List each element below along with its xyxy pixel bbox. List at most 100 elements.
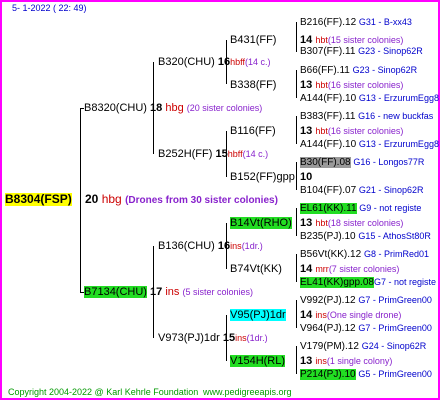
gen3-note: (7 sister colonies) — [328, 264, 400, 274]
gen2-code: B320(CHU) — [158, 56, 215, 68]
gen3-hbg: ins — [315, 356, 327, 366]
gen4-id: G31 - B-xx43 — [358, 17, 412, 27]
gen3-info: 13 ins(1 single colony) — [300, 355, 392, 367]
gen2-code: B136(CHU) — [158, 240, 215, 252]
gen1-queen: B8320(CHU) 18 hbg (20 sister colonies) — [84, 102, 262, 114]
report-date: 5- 1-2022 ( 22: 49) — [12, 3, 87, 13]
gen4-id: G16 - Longos77R — [353, 157, 425, 167]
gen3-num: 10 — [300, 171, 313, 183]
gen3-info: 14 hbt(15 sister colonies) — [300, 34, 403, 46]
gen4-row: EL41(KK)gpp.08G7 - not registe — [300, 277, 436, 289]
gen3-info: 13 hbt(18 sister colonies) — [300, 217, 403, 229]
gen4-id: G7 - not registe — [373, 277, 436, 287]
gen2-note: (14 c.) — [245, 57, 271, 67]
gen4-id: G13 - ErzurumEgg8 — [358, 93, 439, 103]
gen4-code: B307(FF).11 — [300, 46, 356, 57]
gen3-hbg: hbt — [315, 80, 328, 90]
gen2-num: 16 — [217, 56, 231, 68]
gen4-id: G8 - PrimRed01 — [363, 249, 429, 259]
gen4-row: B235(PJ).10 G15 - AthosSt80R — [300, 231, 431, 243]
gen1-note: (20 sister colonies) — [186, 103, 263, 113]
website-link[interactable]: www.pedigreeapis.org — [203, 387, 292, 397]
connector — [296, 300, 297, 328]
gen4-id: G7 - PrimGreen00 — [358, 295, 432, 305]
gen3-num: 13 — [300, 217, 313, 229]
gen3-code: B152(FF)gpp — [230, 171, 295, 183]
gen1-num: 18 — [150, 102, 163, 114]
copyright-text: Copyright 2004-2022 @ Karl Kehrle Founda… — [8, 387, 199, 397]
gen3-num: 14 — [300, 34, 313, 46]
connector — [296, 70, 297, 98]
gen3-note: (15 sister colonies) — [327, 35, 404, 45]
gen4-row: V992(PJ).12 G7 - PrimGreen00 — [300, 295, 432, 307]
gen2-queen: B320(CHU) 16hbff(14 c.) — [158, 56, 271, 68]
gen4-code: V179(PM).12 — [300, 341, 359, 352]
gen3-note: (16 sister colonies) — [327, 126, 404, 136]
gen4-row: A144(FF).10 G13 - ErzurumEgg8 — [300, 139, 439, 151]
gen4-id: G24 - Sinop62R — [361, 341, 427, 351]
gen4-code: B104(FF).07 — [300, 185, 357, 196]
gen4-code: B56Vt(KK).12 — [300, 249, 362, 260]
gen2-num: 16 — [217, 240, 231, 252]
gen2-num: 15 — [222, 332, 236, 344]
gen3-code: B338(FF) — [230, 79, 277, 91]
connector — [296, 162, 297, 190]
gen4-id: G13 - ErzurumEgg8 — [358, 139, 439, 149]
gen4-code: EL61(KK).11 — [300, 203, 357, 214]
gen3-hbg: hbt — [315, 218, 328, 228]
gen2-note: (1dr.) — [241, 241, 263, 251]
gen4-code: B216(FF).12 — [300, 17, 357, 28]
root-inbreeding-num: 20 — [85, 192, 99, 206]
gen4-code: A144(FF).10 — [300, 93, 357, 104]
gen4-code: P214(PJ).10 — [300, 369, 356, 380]
gen3-note: (16 sister colonies) — [327, 80, 404, 90]
gen4-id: G5 - PrimGreen00 — [358, 369, 432, 379]
gen4-row: B56Vt(KK).12 G8 - PrimRed01 — [300, 249, 429, 261]
gen1-note: (5 sister colonies) — [182, 287, 253, 297]
gen3-note: (18 sister colonies) — [327, 218, 404, 228]
connector — [296, 22, 297, 52]
gen4-code: B383(FF).11 — [300, 111, 356, 122]
gen3-hbg: ins — [315, 310, 327, 320]
gen3-code: V154H(RL) — [230, 355, 286, 367]
gen3-hbg: hbt — [315, 35, 328, 45]
gen4-row: B66(FF).11 G23 - Sinop62R — [300, 65, 417, 77]
gen2-note: (14 c.) — [242, 149, 269, 159]
gen2-queen: B136(CHU) 16ins(1dr.) — [158, 240, 263, 252]
gen3-info: 13 hbt(16 sister colonies) — [300, 125, 403, 137]
gen1-queen: B7134(CHU) 17 ins (5 sister colonies) — [84, 286, 253, 298]
gen3-info: 10 — [300, 171, 312, 183]
gen4-row: V179(PM).12 G24 - Sinop62R — [300, 341, 426, 353]
gen4-row: B216(FF).12 G31 - B-xx43 — [300, 17, 412, 29]
gen2-hbg: ins — [235, 333, 247, 343]
gen2-note: (1dr.) — [246, 333, 268, 343]
gen3-hbg: mrr — [315, 264, 329, 274]
gen4-row: B383(FF).11 G16 - new buckfas — [300, 111, 433, 123]
gen2-num: 15 — [215, 148, 228, 160]
connector — [296, 346, 297, 374]
gen2-code: V973(PJ)1dr — [158, 332, 220, 344]
gen3-num: 13 — [300, 125, 313, 137]
gen1-code: B8320(CHU) — [84, 102, 147, 114]
gen3-note: (1 single colony) — [326, 356, 393, 366]
gen4-row: B307(FF).11 G23 - Sinop62R — [300, 46, 423, 58]
gen2-hbg: ins — [230, 241, 242, 251]
gen3-note: (One single drone) — [326, 310, 402, 320]
gen4-code: V992(PJ).12 — [300, 295, 356, 306]
gen3-hbg: hbt — [315, 126, 328, 136]
gen4-code: B66(FF).11 — [300, 65, 350, 76]
gen4-row: B30(FF).08 G16 - Longos77R — [300, 157, 424, 169]
gen2-queen: B252H(FF) 15hbff(14 c.) — [158, 148, 268, 160]
gen3-num: 13 — [300, 355, 313, 367]
gen4-code: B235(PJ).10 — [300, 231, 356, 242]
connector-root — [80, 108, 81, 292]
gen3-num: 14 — [300, 309, 313, 321]
gen4-row: V964(PJ).12 G7 - PrimGreen00 — [300, 323, 432, 335]
gen3-code: B116(FF) — [230, 125, 276, 137]
gen2-queen: V973(PJ)1dr 15ins(1dr.) — [158, 332, 268, 344]
connector — [296, 208, 297, 236]
gen4-row: P214(PJ).10 G5 - PrimGreen00 — [300, 369, 432, 381]
root-info: 20 hbg (Drones from 30 sister colonies) — [85, 193, 278, 207]
gen4-code: B30(FF).08 — [300, 157, 351, 168]
connector — [296, 254, 297, 282]
